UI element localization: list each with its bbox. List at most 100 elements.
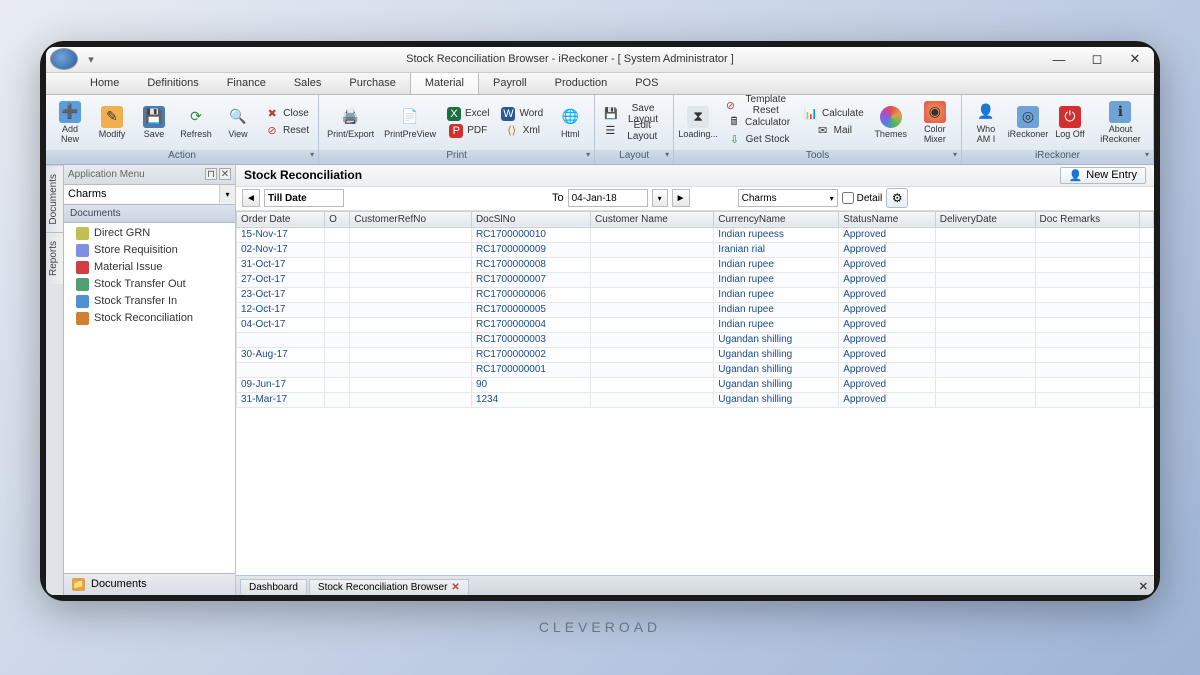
- modify-button[interactable]: ✎Modify: [92, 104, 132, 141]
- ireckoner-button[interactable]: ◎iReckoner: [1008, 104, 1048, 141]
- till-date-field[interactable]: Till Date: [264, 189, 344, 207]
- color-mixer-button[interactable]: ◉Color Mixer: [913, 99, 957, 146]
- ribbon-group-print: Print: [319, 150, 594, 164]
- side-tab-documents[interactable]: Documents: [46, 165, 63, 233]
- menu-sales[interactable]: Sales: [280, 73, 336, 94]
- calculator-button[interactable]: 🖩Calculator: [720, 114, 797, 131]
- sidebar-search-dropdown[interactable]: ▾: [219, 185, 235, 203]
- menu-definitions[interactable]: Definitions: [133, 73, 212, 94]
- excel-button[interactable]: XExcel: [442, 105, 494, 122]
- pdf-button[interactable]: PPDF: [442, 122, 494, 139]
- data-grid[interactable]: Order DateOCustomerRefNoDocSlNoCustomer …: [236, 211, 1154, 575]
- ribbon: ➕Add New ✎Modify 💾Save ⟳Refresh 🔍View ✖C…: [46, 95, 1154, 165]
- about-button[interactable]: ℹAbout iReckoner: [1092, 99, 1149, 146]
- to-date-field[interactable]: 04-Jan-18: [568, 189, 648, 207]
- menu-pos[interactable]: POS: [621, 73, 672, 94]
- tab-close-icon[interactable]: ✕: [451, 582, 459, 593]
- save-button[interactable]: 💾Save: [134, 104, 174, 141]
- new-entry-button[interactable]: 👤 New Entry: [1060, 167, 1146, 184]
- sidebar-search-input[interactable]: [64, 185, 219, 203]
- column-header[interactable]: DeliveryDate: [935, 211, 1035, 227]
- brand-label: CLEVEROAD: [539, 619, 661, 635]
- tabs-close-all[interactable]: ✕: [1133, 578, 1154, 595]
- reset-button[interactable]: ⊘Reset: [260, 122, 314, 139]
- column-header[interactable]: CurrencyName: [714, 211, 839, 227]
- template-reset-button[interactable]: ⊘Template Reset: [720, 97, 797, 114]
- side-tab-reports[interactable]: Reports: [46, 232, 63, 284]
- loading-button[interactable]: ⧗Loading...: [678, 104, 718, 141]
- table-row[interactable]: 27-Oct-17RC1700000007Indian rupeeApprove…: [237, 272, 1154, 287]
- app-logo-icon[interactable]: [50, 48, 78, 70]
- sidebar-close-icon[interactable]: ✕: [219, 168, 231, 180]
- add-new-button[interactable]: ➕Add New: [50, 99, 90, 146]
- menu-material[interactable]: Material: [410, 73, 479, 94]
- html-button[interactable]: 🌐Html: [550, 104, 590, 141]
- table-row[interactable]: 15-Nov-17RC1700000010Indian rupeessAppro…: [237, 227, 1154, 242]
- folder-icon: 📁: [72, 578, 85, 591]
- menu-production[interactable]: Production: [541, 73, 622, 94]
- tree-item-stock-transfer-out[interactable]: Stock Transfer Out: [64, 276, 235, 293]
- to-label: To: [552, 192, 564, 204]
- ribbon-group-tools: Tools: [674, 150, 961, 164]
- user-plus-icon: 👤: [1069, 169, 1083, 182]
- table-row[interactable]: 31-Mar-171234Ugandan shillingApproved: [237, 392, 1154, 407]
- column-header[interactable]: Order Date: [237, 211, 325, 227]
- column-header[interactable]: Customer Name: [591, 211, 714, 227]
- prev-button[interactable]: ◄: [242, 189, 260, 207]
- close-record-button[interactable]: ✖Close: [260, 105, 314, 122]
- settings-button[interactable]: ⚙: [886, 188, 908, 208]
- get-stock-button[interactable]: ⇩Get Stock: [720, 131, 797, 148]
- close-button[interactable]: ✕: [1116, 47, 1154, 73]
- tab-stock-reconciliation-browser[interactable]: Stock Reconciliation Browser✕: [309, 579, 469, 595]
- table-row[interactable]: 12-Oct-17RC1700000005Indian rupeeApprove…: [237, 302, 1154, 317]
- table-row[interactable]: 09-Jun-1790Ugandan shillingApproved: [237, 377, 1154, 392]
- doc-icon: [76, 312, 89, 325]
- minimize-button[interactable]: —: [1040, 47, 1078, 73]
- quick-access-dropdown[interactable]: ▾: [82, 53, 100, 66]
- table-row[interactable]: RC1700000003Ugandan shillingApproved: [237, 332, 1154, 347]
- column-header[interactable]: O: [325, 211, 350, 227]
- column-header[interactable]: DocSlNo: [471, 211, 590, 227]
- doc-icon: [76, 278, 89, 291]
- tree-item-material-issue[interactable]: Material Issue: [64, 259, 235, 276]
- view-button[interactable]: 🔍View: [218, 104, 258, 141]
- column-header[interactable]: StatusName: [839, 211, 935, 227]
- menu-finance[interactable]: Finance: [213, 73, 280, 94]
- mail-button[interactable]: ✉Mail: [799, 122, 869, 139]
- menu-home[interactable]: Home: [76, 73, 133, 94]
- doc-icon: [76, 244, 89, 257]
- detail-checkbox[interactable]: Detail: [842, 192, 883, 204]
- log-off-button[interactable]: ⏻Log Off: [1050, 104, 1090, 141]
- table-row[interactable]: 30-Aug-17RC1700000002Ugandan shillingApp…: [237, 347, 1154, 362]
- sidebar-pin-icon[interactable]: ⊓: [205, 168, 217, 180]
- table-row[interactable]: RC1700000001Ugandan shillingApproved: [237, 362, 1154, 377]
- sidebar-footer-documents[interactable]: 📁 Documents: [64, 573, 235, 595]
- table-row[interactable]: 04-Oct-17RC1700000004Indian rupeeApprove…: [237, 317, 1154, 332]
- table-row[interactable]: 02-Nov-17RC1700000009Iranian rialApprove…: [237, 242, 1154, 257]
- xml-button[interactable]: ⟨⟩Xml: [496, 122, 548, 139]
- themes-button[interactable]: Themes: [871, 104, 911, 141]
- tree-item-direct-grn[interactable]: Direct GRN: [64, 225, 235, 242]
- word-button[interactable]: WWord: [496, 105, 548, 122]
- to-date-dropdown[interactable]: ▾: [652, 189, 668, 207]
- column-header[interactable]: Doc Remarks: [1035, 211, 1140, 227]
- print-export-button[interactable]: 🖨️Print/Export: [323, 104, 378, 141]
- who-am-i-button[interactable]: 👤Who AM I: [966, 99, 1006, 146]
- tree-item-store-requisition[interactable]: Store Requisition: [64, 242, 235, 259]
- edit-layout-button[interactable]: ☰Edit Layout: [599, 122, 669, 139]
- menu-purchase[interactable]: Purchase: [335, 73, 409, 94]
- refresh-button[interactable]: ⟳Refresh: [176, 104, 216, 141]
- tab-dashboard[interactable]: Dashboard: [240, 579, 307, 595]
- print-preview-button[interactable]: 📄PrintPreView: [380, 104, 440, 141]
- calculate-button[interactable]: 📊Calculate: [799, 105, 869, 122]
- tree-item-stock-reconciliation[interactable]: Stock Reconciliation: [64, 310, 235, 327]
- table-row[interactable]: 31-Oct-17RC1700000008Indian rupeeApprove…: [237, 257, 1154, 272]
- menu-payroll[interactable]: Payroll: [479, 73, 541, 94]
- column-header[interactable]: CustomerRefNo: [350, 211, 472, 227]
- filter-combo[interactable]: Charms▾: [738, 189, 838, 207]
- next-button[interactable]: ►: [672, 189, 690, 207]
- table-row[interactable]: 23-Oct-17RC1700000006Indian rupeeApprove…: [237, 287, 1154, 302]
- sidebar: Application Menu ⊓ ✕ ▾ Documents Direct …: [64, 165, 236, 595]
- maximize-button[interactable]: ◻: [1078, 47, 1116, 73]
- tree-item-stock-transfer-in[interactable]: Stock Transfer In: [64, 293, 235, 310]
